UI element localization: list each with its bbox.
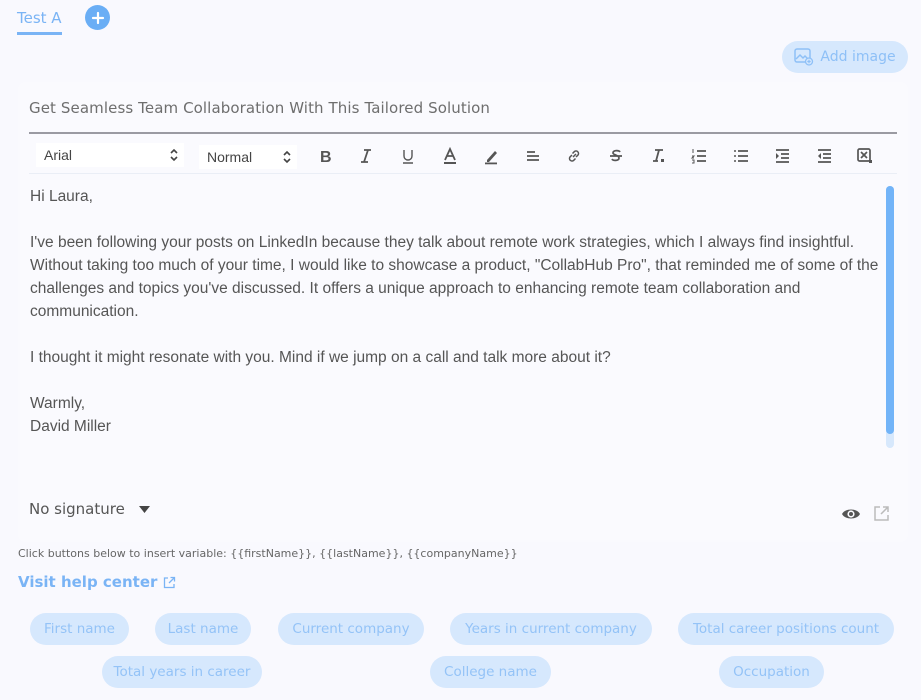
select-arrows-icon: [283, 150, 291, 164]
underline-icon: [403, 150, 413, 164]
body-sender-name: David Miller: [30, 418, 111, 435]
signature-dropdown[interactable]: No signature: [29, 500, 150, 518]
bold-icon: B: [320, 149, 332, 165]
font-color-icon: [444, 147, 456, 164]
outdent-button[interactable]: [811, 144, 837, 168]
editor-scrollbar[interactable]: [886, 186, 894, 448]
add-tab-button[interactable]: [85, 5, 110, 30]
strikethrough-icon: [610, 149, 622, 162]
tab-bar: Test A: [17, 4, 62, 35]
bullet-list-icon: [734, 150, 748, 162]
body-closing: Warmly,: [30, 395, 86, 412]
body-greeting: Hi Laura,: [30, 188, 93, 205]
ordered-list-button[interactable]: [686, 144, 712, 168]
font-color-button[interactable]: [437, 144, 463, 168]
add-image-button[interactable]: Add image: [782, 41, 908, 73]
outdent-icon: [818, 149, 831, 163]
bullet-list-button[interactable]: [728, 144, 754, 168]
remove-format-button[interactable]: [852, 144, 878, 168]
signature-value: No signature: [29, 500, 125, 518]
variable-chip-college-name[interactable]: College name: [430, 656, 551, 688]
remove-format-icon: [857, 148, 872, 163]
scrollbar-thumb[interactable]: [886, 186, 894, 434]
email-body[interactable]: Hi Laura, I've been following your posts…: [30, 185, 885, 438]
external-link-icon: [164, 576, 176, 588]
font-family-value: Arial: [44, 147, 73, 163]
bold-button[interactable]: B: [312, 144, 338, 168]
variable-chip-occupation[interactable]: Occupation: [719, 656, 824, 688]
highlight-button[interactable]: [478, 144, 504, 168]
variables-hint: Click buttons below to insert variable: …: [18, 547, 518, 560]
indent-icon: [776, 149, 789, 163]
open-external-icon[interactable]: [873, 505, 890, 522]
body-paragraph-1: I've been following your posts on Linked…: [30, 234, 883, 320]
variable-chip-total-career-positions-count[interactable]: Total career positions count: [678, 613, 894, 645]
help-center-link[interactable]: Visit help center: [18, 573, 176, 591]
image-add-icon: [794, 48, 814, 66]
link-icon: [568, 150, 580, 162]
italic-button[interactable]: [353, 144, 379, 168]
font-family-select[interactable]: Arial: [36, 143, 184, 167]
underline-button[interactable]: [395, 144, 421, 168]
tab-test-a[interactable]: Test A: [17, 9, 62, 35]
font-size-value: Normal: [207, 149, 253, 165]
add-image-label: Add image: [820, 49, 896, 65]
subject-input[interactable]: Get Seamless Team Collaboration With Thi…: [29, 99, 490, 117]
caret-down-icon: [138, 505, 150, 513]
align-left-icon: [527, 151, 539, 161]
body-paragraph-2: I thought it might resonate with you. Mi…: [30, 349, 611, 366]
highlight-icon: [485, 151, 497, 165]
help-center-label: Visit help center: [18, 573, 158, 591]
variable-chip-years-in-current-company[interactable]: Years in current company: [450, 613, 652, 645]
variable-chip-current-company[interactable]: Current company: [278, 613, 424, 645]
formatting-toolbar: Arial Normal B: [29, 140, 897, 174]
clear-formatting-button[interactable]: [645, 144, 671, 168]
select-arrows-icon: [170, 148, 178, 162]
variable-chip-first-name[interactable]: First name: [30, 613, 129, 645]
strikethrough-button[interactable]: [603, 144, 629, 168]
plus-icon: [91, 11, 104, 24]
preview-eye-icon[interactable]: [841, 505, 861, 523]
link-button[interactable]: [561, 144, 587, 168]
font-size-select[interactable]: Normal: [199, 145, 297, 169]
clear-formatting-icon: [653, 149, 664, 162]
variable-chip-last-name[interactable]: Last name: [155, 613, 251, 645]
svg-text:B: B: [320, 149, 332, 165]
subject-underline: [29, 132, 897, 134]
variable-chip-total-years-in-career[interactable]: Total years in career: [102, 656, 262, 688]
align-button[interactable]: [520, 144, 546, 168]
italic-icon: [361, 149, 371, 163]
indent-button[interactable]: [769, 144, 795, 168]
ordered-list-icon: [690, 149, 706, 164]
